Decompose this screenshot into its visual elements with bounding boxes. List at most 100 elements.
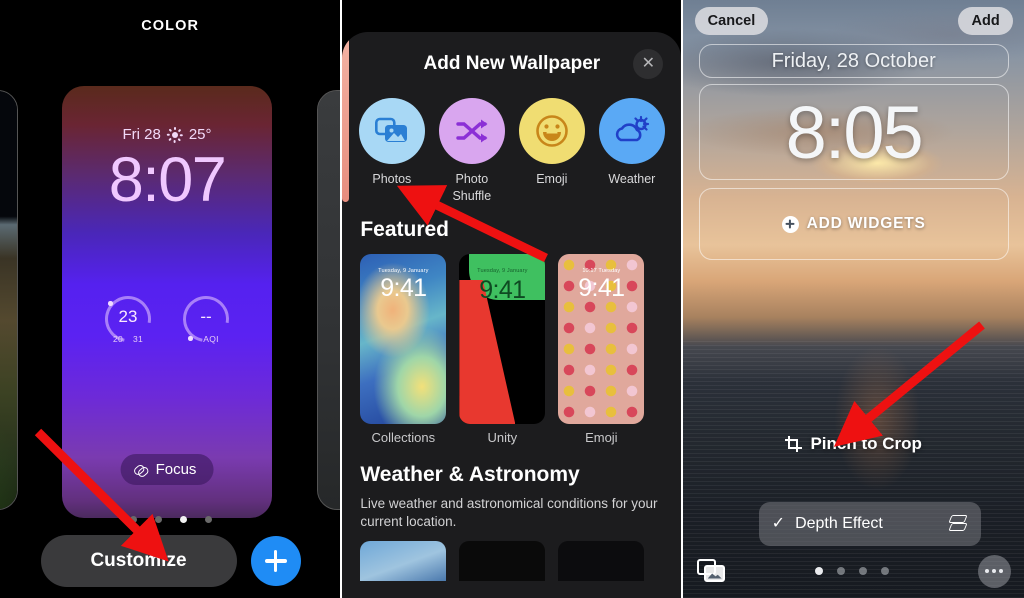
collections-thumbnail[interactable]: Tuesday, 9 January 9:41 <box>360 254 447 424</box>
focus-label: Focus <box>155 461 197 478</box>
pinch-to-crop-hint[interactable]: Pinch to Crop <box>683 434 1024 454</box>
wallpaper-card-previous[interactable] <box>0 90 18 510</box>
type-label: Photo Shuffle <box>452 172 492 203</box>
lockscreen-date-field[interactable]: Friday, 28 October <box>698 44 1009 78</box>
preview-clock: 8:07 <box>108 145 227 215</box>
wallpaper-type-row: Photos Photo Shuffle Emoji Weather <box>342 98 680 204</box>
gauge-low: 20 <box>112 334 123 344</box>
ellipsis-icon[interactable] <box>977 554 1011 588</box>
weather-thumbnail-row <box>342 531 680 582</box>
gauge-value: -- <box>200 307 212 326</box>
featured-item-emoji[interactable]: 10:17 Tuesday 9:41 Emoji <box>558 254 645 445</box>
gauge-high: 31 <box>133 334 144 344</box>
plus-circle-icon <box>781 215 799 233</box>
page-title: COLOR <box>141 18 200 34</box>
link-icon <box>134 463 148 477</box>
featured-section-title: Featured <box>360 218 450 241</box>
temperature-gauge-widget[interactable]: 23 20 31 <box>95 286 161 352</box>
shuffle-glyph <box>456 119 488 143</box>
weather-section-subtitle: Live weather and astronomical conditions… <box>360 496 658 530</box>
customize-button[interactable]: Customize <box>40 535 237 587</box>
cancel-button[interactable]: Cancel <box>694 7 769 35</box>
page-dot[interactable] <box>154 516 162 523</box>
aqi-gauge-widget[interactable]: -- AQI <box>173 286 239 352</box>
editor-top-bar: Cancel Add <box>683 6 1024 36</box>
weather-section-title: Weather & Astronomy <box>360 463 580 486</box>
preview-dateline: Fri 28 25° <box>62 126 272 143</box>
unity-thumbnail[interactable]: Tuesday, 9 January 9:41 <box>459 254 546 424</box>
wallpaper-type-weather[interactable]: Weather <box>596 98 667 204</box>
wallpaper-type-photos[interactable]: Photos <box>356 98 427 204</box>
page-indicator[interactable] <box>0 516 340 523</box>
sun-icon <box>166 126 183 143</box>
add-wallpaper-sheet: Add New Wallpaper ✕ Photos Photo Shuffle… <box>342 32 681 598</box>
page-dot[interactable] <box>204 516 212 523</box>
page-dot[interactable] <box>881 567 890 575</box>
gauge-range: 20 31 <box>102 334 154 344</box>
photos-icon <box>358 98 425 164</box>
panel-add-new-wallpaper: Add New Wallpaper ✕ Photos Photo Shuffle… <box>342 0 681 598</box>
emoji-thumbnail[interactable]: 10:17 Tuesday 9:41 <box>558 254 645 424</box>
weather-glyph <box>615 115 649 142</box>
depth-effect-toggle[interactable]: ✓ Depth Effect <box>758 502 981 546</box>
style-page-indicator[interactable] <box>815 567 890 575</box>
gauge-label: AQI <box>203 334 219 344</box>
pinch-to-crop-label: Pinch to Crop <box>810 434 922 453</box>
page-dot-active[interactable] <box>179 516 187 523</box>
wallpaper-type-emoji[interactable]: Emoji <box>516 98 587 204</box>
gauge-value: 23 <box>118 307 138 326</box>
thumbnail-caption: Emoji <box>585 430 618 445</box>
editor-bottom-bar <box>683 548 1024 594</box>
add-wallpaper-button[interactable] <box>250 536 301 586</box>
close-icon[interactable]: ✕ <box>633 49 664 79</box>
smiley-glyph <box>536 115 568 147</box>
lockscreen-time-field[interactable]: 8:05 <box>698 84 1009 180</box>
page-dot[interactable] <box>129 516 137 523</box>
sheet-title: Add New Wallpaper <box>423 53 601 74</box>
depth-effect-label: Depth Effect <box>795 515 883 532</box>
shuffle-icon <box>438 98 505 164</box>
screenshot-root: COLOR Fri 28 25° 8:07 23 20 31 -- AQI Fo… <box>0 0 1024 598</box>
type-label: Emoji <box>536 172 568 186</box>
panel-photo-wallpaper-editor: Cancel Add Friday, 28 October 8:05 ADD W… <box>682 0 1024 598</box>
lockscreen-top: Fri 28 25° 8:07 <box>62 86 272 213</box>
wallpaper-carousel[interactable]: Fri 28 25° 8:07 23 20 31 -- AQI Focus <box>0 86 341 518</box>
add-widgets-label: ADD WIDGETS <box>806 215 926 232</box>
thumbnail-caption: Collections <box>371 430 436 445</box>
smiley-icon <box>518 98 585 164</box>
layers-icon[interactable] <box>948 515 968 533</box>
lockscreen-time: 8:05 <box>785 90 924 174</box>
check-icon: ✓ <box>771 515 786 532</box>
featured-item-unity[interactable]: Tuesday, 9 January 9:41 Unity <box>459 254 546 445</box>
page-dot-active[interactable] <box>815 567 824 575</box>
preview-temperature: 25° <box>188 126 212 143</box>
add-button[interactable]: Add <box>958 7 1013 35</box>
page-dot[interactable] <box>837 567 846 575</box>
preview-widget-row[interactable]: 23 20 31 -- AQI <box>62 286 272 352</box>
lockscreen-date: Friday, 28 October <box>771 49 936 72</box>
type-label: Weather <box>608 172 656 186</box>
astronomy-thumbnail-2[interactable] <box>558 541 645 582</box>
thumbnail-caption: Unity <box>487 430 518 445</box>
thumbnail-time: 9:41 <box>380 274 427 302</box>
add-widgets-button[interactable]: ADD WIDGETS <box>698 188 1009 260</box>
featured-item-collections[interactable]: Tuesday, 9 January 9:41 Collections <box>360 254 447 445</box>
grey-wallpaper-thumbnail <box>318 91 341 509</box>
featured-thumbnail-peek[interactable] <box>342 32 350 202</box>
featured-thumbnail-row: Tuesday, 9 January 9:41 Collections Tues… <box>342 32 680 445</box>
wallpaper-card-next[interactable] <box>317 90 341 510</box>
sheet-header: Add New Wallpaper ✕ <box>342 32 680 96</box>
wallpaper-preview-color[interactable]: Fri 28 25° 8:07 23 20 31 -- AQI Focus <box>62 86 272 518</box>
panel-wallpaper-gallery: COLOR Fri 28 25° 8:07 23 20 31 -- AQI Fo… <box>0 0 341 598</box>
photos-library-icon[interactable] <box>696 558 727 584</box>
focus-button[interactable]: Focus <box>120 454 214 485</box>
page-dot[interactable] <box>859 567 868 575</box>
earth-wallpaper-thumbnail <box>0 91 17 509</box>
astronomy-thumbnail[interactable] <box>459 541 546 582</box>
gauge-marker <box>108 301 113 306</box>
wallpaper-type-photo-shuffle[interactable]: Photo Shuffle <box>436 98 507 204</box>
crop-icon <box>785 435 803 453</box>
weather-thumbnail[interactable] <box>360 541 447 582</box>
thumbnail-date: Tuesday, 9 January <box>477 268 528 274</box>
thumbnail-time: 9:41 <box>479 276 526 304</box>
